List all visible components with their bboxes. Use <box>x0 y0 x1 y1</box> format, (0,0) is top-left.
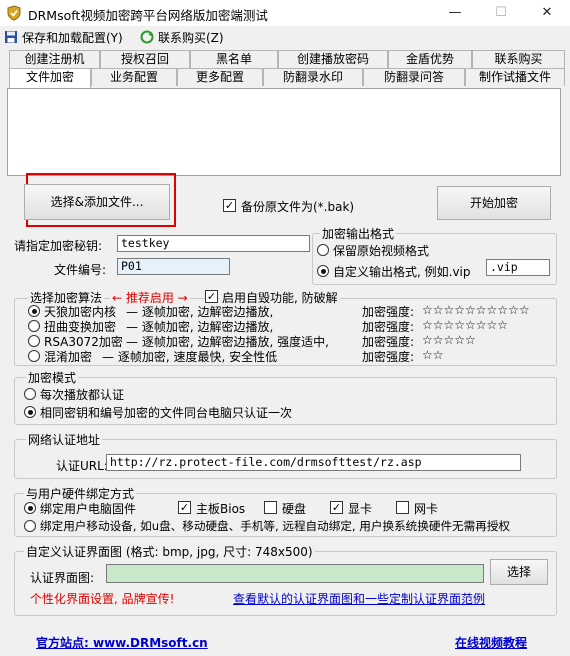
algorithm-name: 混淆加密 <box>44 350 93 364</box>
refresh-globe-icon <box>140 30 154 44</box>
algorithm-radio-tianlang[interactable] <box>28 305 40 317</box>
bind-pc-radio[interactable] <box>24 502 36 514</box>
tab-file-encrypt[interactable]: 文件加密 <box>9 68 91 89</box>
select-add-file-button[interactable]: 选择&添加文件... <box>24 184 170 220</box>
tab-more-config[interactable]: 更多配置 <box>177 68 263 86</box>
algorithm-radio-rsa[interactable] <box>28 335 40 347</box>
output-format-title: 加密输出格式 <box>320 225 397 242</box>
video-tutorial-link[interactable]: 在线视频教程 <box>455 634 527 651</box>
minimize-icon[interactable]: — <box>432 0 478 26</box>
app-logo-icon <box>6 5 22 21</box>
network-title: 网络认证地址 <box>26 431 103 448</box>
auth-url-label: 认证URL: <box>56 459 108 473</box>
tab-create-play-password[interactable]: 创建播放密码 <box>278 50 388 68</box>
strength-label: 加密强度: <box>362 350 415 364</box>
start-encrypt-button[interactable]: 开始加密 <box>437 186 551 220</box>
tab-blacklist[interactable]: 黑名单 <box>190 50 278 68</box>
auth-image-label: 认证界面图: <box>30 571 95 585</box>
tab-create-keygen[interactable]: 创建注册机 <box>9 50 100 68</box>
gpu-label: 显卡 <box>348 502 373 516</box>
nic-checkbox[interactable] <box>396 501 409 514</box>
tab-auth-recall[interactable]: 授权召回 <box>100 50 190 68</box>
save-load-config-label: 保存和加载配置(Y) <box>22 30 123 45</box>
bind-mobile-radio[interactable] <box>24 520 36 532</box>
file-number-input[interactable]: P01 <box>117 258 230 275</box>
menu-toolbar: 保存和加载配置(Y) 联系购买(Z) <box>0 26 570 48</box>
tab-advantages[interactable]: 金盾优势 <box>388 50 472 68</box>
key-label: 请指定加密秘钥: <box>14 239 103 253</box>
custom-format-radio[interactable] <box>317 265 329 277</box>
mode-every-play-label: 每次播放都认证 <box>40 388 125 402</box>
mode-radio-once[interactable] <box>24 406 36 418</box>
strength-stars: ☆☆ <box>422 348 444 362</box>
tab-anti-record-qa[interactable]: 防翻录问答 <box>363 68 465 86</box>
browse-image-button[interactable]: 选择 <box>490 559 548 585</box>
algorithm-desc: — 逐帧加密, 速度最快, 安全性低 <box>102 350 278 364</box>
contact-purchase-label: 联系购买(Z) <box>158 30 224 45</box>
tab-watermark[interactable]: 防翻录水印 <box>263 68 363 86</box>
strength-stars: ☆☆☆☆☆☆☆☆☆☆ <box>422 303 530 317</box>
window-title: DRMsoft视频加密跨平台网络版加密端测试 <box>28 8 268 23</box>
backup-checkbox[interactable]: ✓ <box>223 199 236 212</box>
maximize-icon[interactable]: ☐ <box>478 0 524 26</box>
file-list-area[interactable] <box>7 88 561 176</box>
strength-stars: ☆☆☆☆☆ <box>422 333 476 347</box>
mode-radio-every-play[interactable] <box>24 388 36 400</box>
self-destruct-checkbox[interactable]: ✓ <box>205 290 218 303</box>
save-load-config-button[interactable]: 保存和加载配置(Y) <box>4 29 123 45</box>
tab-contact-purchase[interactable]: 联系购买 <box>472 50 565 68</box>
disk-checkbox[interactable] <box>264 501 277 514</box>
key-input[interactable]: testkey <box>117 235 310 252</box>
keep-format-label: 保留原始视频格式 <box>333 244 430 258</box>
mode-once-label: 相同密钥和编号加密的文件同台电脑只认证一次 <box>40 406 293 420</box>
motherboard-label: 主板Bios <box>196 502 246 516</box>
disk-label: 硬盘 <box>282 502 307 516</box>
gpu-checkbox[interactable]: ✓ <box>330 501 343 514</box>
bind-pc-label: 绑定用户电脑固件 <box>40 502 137 516</box>
custom-format-label: 自定义输出格式, 例如.vip <box>333 265 471 279</box>
bind-mobile-label: 绑定用户移动设备, 如u盘、移动硬盘、手机等, 远程自动绑定, 用户换系统换硬件… <box>40 519 511 533</box>
auth-image-title: 自定义认证界面图 (格式: bmp, jpg, 尺寸: 748x500) <box>24 543 315 560</box>
nic-label: 网卡 <box>414 502 439 516</box>
strength-stars: ☆☆☆☆☆☆☆☆ <box>422 318 509 332</box>
floppy-disk-icon <box>5 31 17 43</box>
contact-purchase-button[interactable]: 联系购买(Z) <box>140 29 224 45</box>
title-bar: DRMsoft视频加密跨平台网络版加密端测试 — ☐ ✕ <box>0 0 570 26</box>
official-site-link[interactable]: 官方站点: www.DRMsoft.cn <box>36 634 208 651</box>
sample-images-link[interactable]: 查看默认的认证界面图和一些定制认证界面范例 <box>233 590 485 607</box>
custom-format-input[interactable]: .vip <box>486 259 550 276</box>
close-icon[interactable]: ✕ <box>524 0 570 26</box>
keep-format-radio[interactable] <box>317 244 329 256</box>
algorithm-radio-twist[interactable] <box>28 320 40 332</box>
auth-image-input[interactable] <box>106 564 484 583</box>
motherboard-checkbox[interactable]: ✓ <box>178 501 191 514</box>
algorithm-radio-obfuscate[interactable] <box>28 350 40 362</box>
tab-make-trial-file[interactable]: 制作试播文件 <box>465 68 565 86</box>
backup-label: 备份原文件为(*.bak) <box>241 200 355 214</box>
tab-business-config[interactable]: 业务配置 <box>91 68 177 86</box>
mode-title: 加密模式 <box>26 369 79 386</box>
slogan-label: 个性化界面设置, 品牌宣传! <box>30 592 175 606</box>
auth-url-input[interactable]: http://rz.protect-file.com/drmsofttest/r… <box>106 454 521 471</box>
file-number-label: 文件编号: <box>54 263 107 277</box>
